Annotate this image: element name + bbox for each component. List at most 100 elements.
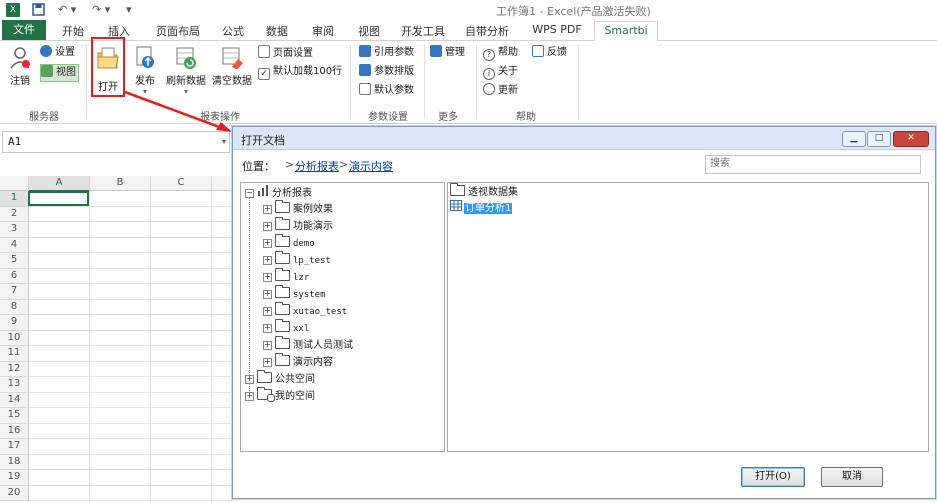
publish-dropdown-icon[interactable]: ▾: [132, 87, 158, 96]
expand-icon[interactable]: +: [263, 222, 272, 231]
manage-button[interactable]: 管理: [430, 45, 465, 61]
open-confirm-button[interactable]: 打开(O): [741, 467, 805, 487]
param-layout-button[interactable]: 参数排版: [359, 64, 414, 80]
collapse-icon[interactable]: −: [245, 189, 254, 198]
refresh-label: 刷新数据: [166, 76, 206, 87]
breadcrumb-analysis-reports[interactable]: 分析报表: [295, 158, 339, 174]
file-list[interactable]: 透视数据集 订单分析1: [447, 182, 929, 452]
about-button[interactable]: i 关于: [483, 64, 518, 80]
row-header[interactable]: 10: [0, 330, 29, 346]
expand-icon[interactable]: +: [263, 341, 272, 350]
row-header[interactable]: 20: [0, 485, 29, 501]
column-header[interactable]: C: [151, 176, 212, 191]
expand-icon[interactable]: +: [245, 392, 254, 401]
row-header[interactable]: 18: [0, 454, 29, 470]
row-header[interactable]: 3: [0, 222, 29, 238]
column-header[interactable]: A: [29, 176, 90, 192]
view-button[interactable]: 视图: [40, 64, 79, 82]
breadcrumb-demo-content[interactable]: 演示内容: [349, 158, 393, 174]
tab-wps-pdf[interactable]: WPS PDF: [528, 23, 586, 40]
default-load-checkbox[interactable]: ✓ 默认加载100行: [258, 64, 342, 80]
tab-developer[interactable]: 开发工具: [398, 23, 448, 40]
refresh-data-button[interactable]: 刷新数据 ▾: [164, 45, 208, 96]
tree-node[interactable]: − 分析报表: [245, 185, 312, 201]
row-header[interactable]: 1: [0, 191, 29, 207]
active-cell[interactable]: [28, 191, 89, 206]
tree-node[interactable]: + 演示内容: [263, 353, 333, 371]
logout-button[interactable]: 注销: [6, 45, 34, 87]
tab-home[interactable]: 开始: [58, 23, 88, 40]
expand-icon[interactable]: +: [263, 358, 272, 367]
row-header[interactable]: 17: [0, 439, 29, 455]
minimize-button[interactable]: ▁: [842, 131, 866, 147]
tab-page-layout[interactable]: 页面布局: [150, 23, 206, 40]
name-box-dropdown-icon[interactable]: ▾: [222, 137, 226, 146]
tab-smartbi[interactable]: Smartbi: [594, 21, 658, 42]
row-header[interactable]: 19: [0, 470, 29, 486]
tab-self-analysis[interactable]: 自带分析: [462, 23, 512, 40]
file-list-item[interactable]: 透视数据集: [450, 183, 518, 201]
maximize-button[interactable]: □: [867, 131, 891, 147]
search-box[interactable]: [705, 155, 921, 174]
tree-node[interactable]: + 测试人员测试: [263, 336, 353, 354]
row-header[interactable]: 15: [0, 408, 29, 424]
expand-icon[interactable]: +: [245, 375, 254, 384]
file-list-item[interactable]: 订单分析1: [450, 200, 513, 216]
tab-review[interactable]: 审阅: [308, 23, 338, 40]
folder-tree[interactable]: − 分析报表 + 案例效果 + 功能演示 + demo + lp_test + lzr + system +…: [240, 182, 445, 452]
tree-node[interactable]: + 我的空间: [245, 387, 315, 405]
row-header[interactable]: 7: [0, 284, 29, 300]
help-button[interactable]: ? 帮助: [483, 45, 518, 61]
expand-icon[interactable]: +: [263, 239, 272, 248]
tab-file[interactable]: 文件: [2, 20, 46, 40]
row-header[interactable]: 14: [0, 392, 29, 408]
select-all-corner[interactable]: [0, 176, 29, 191]
feedback-button[interactable]: 反馈: [532, 45, 567, 61]
ref-params-button[interactable]: 引用参数: [359, 45, 414, 61]
page-setup-button[interactable]: 页面设置: [258, 45, 313, 61]
close-button[interactable]: ✕: [893, 131, 929, 147]
column-header[interactable]: [212, 176, 233, 191]
row-header[interactable]: 16: [0, 423, 29, 439]
tree-node[interactable]: + 功能演示: [263, 217, 333, 235]
default-params-button[interactable]: 默认参数: [359, 83, 414, 99]
column-header[interactable]: B: [90, 176, 151, 191]
tree-node[interactable]: + system: [263, 285, 326, 303]
row-header[interactable]: 4: [0, 237, 29, 253]
tree-node[interactable]: + lp_test: [263, 251, 331, 269]
open-button[interactable]: 打开: [91, 37, 125, 97]
row-header[interactable]: 2: [0, 206, 29, 222]
tree-node[interactable]: + xxl: [263, 319, 309, 337]
clear-data-button[interactable]: 清空数据: [210, 45, 254, 87]
tree-node[interactable]: + demo: [263, 234, 315, 252]
expand-icon[interactable]: +: [263, 256, 272, 265]
name-box[interactable]: A1 ▾: [2, 131, 230, 153]
expand-icon[interactable]: +: [263, 307, 272, 316]
update-button[interactable]: 更新: [483, 83, 518, 99]
tab-view[interactable]: 视图: [354, 23, 384, 40]
row-header[interactable]: 6: [0, 268, 29, 284]
tree-node[interactable]: + lzr: [263, 268, 309, 286]
spreadsheet-grid[interactable]: A B C 1 2 3 4 5 6 7 8 9 10 11 12 13 14 15 16 17 18 19 20: [0, 176, 233, 503]
settings-button[interactable]: 设置: [40, 45, 75, 61]
tree-node[interactable]: + 案例效果: [263, 200, 333, 218]
tab-formulas[interactable]: 公式: [218, 23, 248, 40]
row-header[interactable]: 13: [0, 377, 29, 393]
cancel-button[interactable]: 取消: [821, 467, 883, 487]
row-header[interactable]: 8: [0, 299, 29, 315]
expand-icon[interactable]: +: [263, 205, 272, 214]
publish-button[interactable]: 发布 ▾: [132, 45, 158, 96]
row-header[interactable]: 5: [0, 253, 29, 269]
tree-node[interactable]: + xutao_test: [263, 302, 347, 320]
expand-icon[interactable]: +: [263, 290, 272, 299]
row-header[interactable]: 9: [0, 315, 29, 331]
row-header[interactable]: 12: [0, 361, 29, 377]
tree-node[interactable]: + 公共空间: [245, 370, 315, 388]
expand-icon[interactable]: +: [263, 273, 272, 282]
grid-line: [29, 345, 232, 346]
expand-icon[interactable]: +: [263, 324, 272, 333]
search-input[interactable]: [706, 156, 920, 171]
tab-data[interactable]: 数据: [262, 23, 292, 40]
row-header[interactable]: 11: [0, 346, 29, 362]
refresh-dropdown-icon[interactable]: ▾: [164, 87, 208, 96]
